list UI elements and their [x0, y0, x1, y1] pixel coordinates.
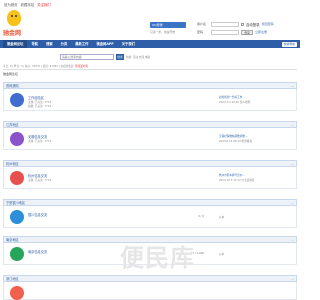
remember-checkbox[interactable] — [241, 22, 244, 26]
nav-item-about[interactable]: 关于我们 — [118, 40, 139, 48]
forum-subinfo: 主题: 已关注: 7774 — [28, 179, 51, 182]
forum-icon[interactable] — [10, 247, 24, 261]
last-post-title[interactable]: 如何找到一份好工作 — [219, 96, 242, 99]
forum-title[interactable]: 南京信息交流 — [28, 249, 47, 254]
main-nav: 驰金网论坛 导航 搜索 分类 最新工作 驰金网APP 关于我们 快捷导航 — [0, 40, 300, 48]
forum-icon[interactable] — [10, 171, 24, 185]
logo-text[interactable]: 驰金网 — [3, 28, 21, 37]
forum-icon[interactable] — [10, 210, 24, 224]
forum-title[interactable]: 银川信息交流 — [28, 212, 47, 217]
forum-sub-2: 帖数: 已关注: 7774 — [28, 105, 51, 108]
qq-login-button[interactable]: QQ登录 — [150, 22, 186, 28]
forum-row: 杭州信息交流 主题: 已关注: 7774 杭州市区车牌号竞价... 2023-1… — [3, 167, 297, 189]
section-title: 浙江地区 — [6, 277, 19, 281]
login-form: 用户名 自动登录 找回密码 密码 登录 立即注册 — [197, 21, 297, 37]
last-post: 从未 — [219, 216, 225, 219]
username-label: 用户名 — [197, 22, 207, 26]
nav-item-home[interactable]: 驰金网论坛 — [3, 40, 28, 48]
register-link[interactable]: 立即注册 — [255, 30, 267, 34]
forum-count: 0 / 0 — [198, 215, 204, 218]
section-header[interactable]: 江苏地区 — — [3, 121, 297, 128]
bookmark-link[interactable]: 收藏本站 — [21, 2, 35, 7]
login-button[interactable]: 登录 — [241, 29, 253, 35]
follow-link[interactable]: 关注我们 — [37, 2, 51, 7]
breadcrumb[interactable]: 驰金网论坛 — [3, 72, 297, 77]
logo-mascot-icon[interactable] — [7, 10, 21, 26]
nav-item-app[interactable]: 驰金网APP — [92, 40, 117, 48]
last-post-time: 2023-8-14 08:33 盼望暖春 — [219, 140, 252, 143]
last-post-time: 2023-7-2 10:26 佳人难再 — [219, 101, 251, 104]
last-post: 从未 — [219, 253, 225, 256]
search-bar: 搜索 热搜: 活动 交流 求助 — [60, 54, 150, 60]
section-header[interactable]: 浙江地区 — — [3, 275, 297, 282]
watermark-text: 便民库 — [120, 244, 195, 272]
last-post-title[interactable]: 杭州市区车牌号竞价... — [219, 174, 245, 177]
forum-icon[interactable] — [10, 286, 24, 300]
remember-label: 自动登录 — [246, 22, 260, 27]
section-title: 杭州地区 — [6, 162, 19, 166]
qq-login-hint: 只需一步，快速开始 — [150, 30, 176, 34]
section-title: 江苏地区 — [6, 123, 19, 127]
search-input[interactable] — [60, 54, 114, 60]
username-input[interactable] — [211, 21, 239, 27]
section-title: 南京地区 — [6, 238, 19, 242]
section-title: 宁夏银川地区 — [6, 201, 26, 205]
last-post-time: 2023-10-3 17:12 公主爱喝茶 — [219, 179, 255, 182]
section-header[interactable]: 宁夏银川地区 — — [3, 199, 297, 206]
forum-icon[interactable] — [10, 132, 24, 146]
forum-row — [3, 282, 297, 300]
forum-subinfo: 主题: 已关注: 7774 帖数: 已关注: 7774 — [28, 100, 51, 108]
new-member-link[interactable]: 佳佳爱吃鱼 — [75, 65, 88, 68]
section-header[interactable]: 官网通知 — — [3, 82, 297, 89]
set-homepage-link[interactable]: 设为首页 — [4, 2, 18, 7]
top-strip: 设为首页 收藏本站 关注我们 — [0, 0, 300, 9]
search-button[interactable]: 搜索 — [116, 54, 124, 60]
last-post[interactable]: 如何找到一份好工作 2023-7-2 10:26 佳人难再 — [219, 95, 294, 104]
section-title: 官网通知 — [6, 84, 19, 88]
forum-sub-1: 主题: 已关注: 7774 — [28, 101, 51, 104]
forum-row: 银川信息交流 0 / 0 从未 — [3, 206, 297, 228]
stats-text: 今日: 0 | 昨日: 0 | 帖子: 33937 | 会员: 27094 | … — [3, 65, 75, 68]
forum-subinfo: 主题: 已关注: 7774 — [28, 140, 51, 143]
forum-icon[interactable] — [10, 93, 24, 107]
forgot-password-link[interactable]: 找回密码 — [262, 22, 274, 26]
hot-searches[interactable]: 热搜: 活动 交流 求助 — [126, 55, 150, 59]
nav-item-search[interactable]: 搜索 — [42, 40, 57, 48]
forum-stats: 今日: 0 | 昨日: 0 | 帖子: 33937 | 会员: 27094 | … — [3, 64, 297, 70]
nav-item-category[interactable]: 分类 — [57, 40, 72, 48]
forum-row: 无锡信息交流 主题: 已关注: 7774 无锡社保缴纳基数调整... 2023-… — [3, 128, 297, 150]
password-label: 密码 — [197, 30, 204, 34]
section-header[interactable]: 杭州地区 — — [3, 160, 297, 167]
password-input[interactable] — [211, 29, 239, 35]
nav-item-guide[interactable]: 导航 — [27, 40, 42, 48]
nav-item-jobs[interactable]: 最新工作 — [71, 40, 92, 48]
header: 驰金网 QQ登录 只需一步，快速开始 用户名 自动登录 找回密码 密码 登录 立… — [0, 9, 300, 39]
qq-login-box: QQ登录 只需一步，快速开始 — [150, 22, 190, 38]
quick-nav-button[interactable]: 快捷导航 — [281, 41, 297, 47]
last-post[interactable]: 无锡社保缴纳基数调整... 2023-8-14 08:33 盼望暖春 — [219, 134, 294, 143]
last-post-title[interactable]: 无锡社保缴纳基数调整... — [219, 135, 247, 138]
last-post[interactable]: 杭州市区车牌号竞价... 2023-10-3 17:12 公主爱喝茶 — [219, 173, 294, 182]
forum-row: 工作经验区 主题: 已关注: 7774 帖数: 已关注: 7774 如何找到一份… — [3, 89, 297, 111]
